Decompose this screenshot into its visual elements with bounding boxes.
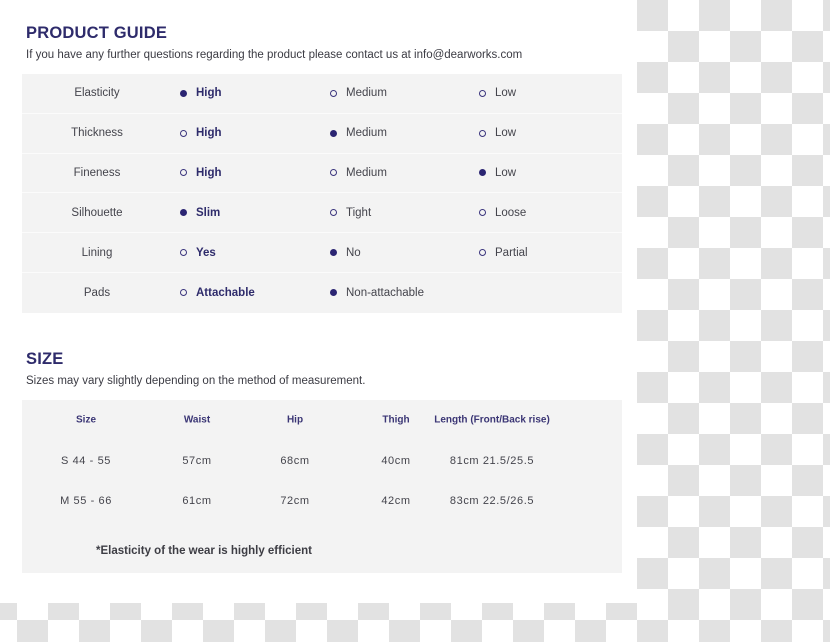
- product-guide-subtitle: If you have any further questions regard…: [26, 49, 523, 61]
- radio-option-label: High: [196, 127, 222, 140]
- table-row: Pads Attachable Non-attachable: [22, 273, 622, 313]
- radio-selected-icon[interactable]: [330, 249, 337, 257]
- radio-option[interactable]: Attachable: [180, 287, 255, 299]
- product-guide-table: Elasticity High Medium Low Thickness High Medi…: [22, 74, 622, 313]
- row-label: Fineness: [73, 166, 121, 179]
- radio-unselected-icon[interactable]: [180, 289, 187, 297]
- column-header: Thigh: [382, 414, 410, 426]
- table-cell: 61cm: [182, 495, 212, 507]
- radio-option[interactable]: Low: [479, 87, 516, 99]
- radio-unselected-icon[interactable]: [330, 89, 337, 97]
- radio-option[interactable]: Low: [479, 127, 516, 139]
- artboard: PRODUCT GUIDE If you have any further qu…: [0, 0, 637, 603]
- radio-option-label: High: [196, 166, 222, 179]
- size-title: SIZE: [26, 350, 64, 368]
- radio-unselected-icon[interactable]: [479, 129, 486, 137]
- screenshot-canvas: PRODUCT GUIDE If you have any further qu…: [0, 0, 830, 642]
- radio-option[interactable]: Non-attachable: [330, 287, 424, 299]
- radio-option-label: Attachable: [196, 286, 255, 299]
- radio-option-label: Tight: [346, 206, 372, 219]
- table-cell: 72cm: [280, 495, 310, 507]
- radio-option-label: Loose: [495, 206, 527, 219]
- radio-option[interactable]: Slim: [180, 207, 220, 219]
- radio-selected-icon[interactable]: [330, 289, 337, 297]
- radio-option[interactable]: High: [180, 167, 222, 179]
- radio-option[interactable]: Partial: [479, 247, 528, 259]
- table-row: Thickness High Medium Low: [22, 114, 622, 154]
- table-cell: S 44 - 55: [60, 455, 112, 467]
- radio-option-label: High: [196, 87, 222, 100]
- radio-option[interactable]: Low: [479, 167, 516, 179]
- radio-option[interactable]: Medium: [330, 87, 387, 99]
- row-label: Pads: [83, 286, 111, 299]
- radio-option-label: Low: [495, 166, 517, 179]
- radio-option-label: Medium: [346, 166, 387, 179]
- column-header: Hip: [286, 414, 304, 426]
- table-cell: M 55 - 66: [60, 495, 112, 507]
- row-label: Thickness: [71, 127, 123, 140]
- radio-option-label: Non-attachable: [346, 286, 424, 299]
- radio-unselected-icon[interactable]: [180, 249, 187, 257]
- radio-option[interactable]: Medium: [330, 167, 387, 179]
- column-header: Length (Front/Back rise): [434, 414, 550, 426]
- size-table: *Elasticity of the wear is highly effici…: [22, 400, 622, 573]
- radio-unselected-icon[interactable]: [180, 129, 187, 137]
- column-header: Size: [75, 414, 97, 426]
- radio-option[interactable]: High: [180, 127, 222, 139]
- radio-selected-icon[interactable]: [479, 169, 486, 177]
- table-cell: 40cm: [381, 455, 411, 467]
- radio-option[interactable]: High: [180, 87, 222, 99]
- radio-option-label: Medium: [346, 127, 387, 140]
- radio-option[interactable]: Yes: [180, 247, 216, 259]
- radio-option-label: No: [346, 246, 361, 259]
- size-note: *Elasticity of the wear is highly effici…: [96, 545, 313, 557]
- radio-option[interactable]: Medium: [330, 127, 387, 139]
- row-label: Elasticity: [74, 87, 120, 100]
- table-row: Lining Yes No Partial: [22, 233, 622, 273]
- table-cell: 81cm 21.5/25.5: [449, 455, 535, 467]
- radio-unselected-icon[interactable]: [479, 209, 486, 217]
- radio-unselected-icon[interactable]: [479, 89, 486, 97]
- radio-option-label: Low: [495, 87, 517, 100]
- table-cell: 68cm: [280, 455, 310, 467]
- product-guide-title: PRODUCT GUIDE: [26, 24, 168, 42]
- radio-selected-icon[interactable]: [180, 209, 187, 217]
- table-row: Silhouette Slim Tight Loose: [22, 193, 622, 234]
- radio-option-label: Slim: [196, 206, 221, 219]
- radio-selected-icon[interactable]: [330, 129, 337, 137]
- radio-unselected-icon[interactable]: [330, 169, 337, 177]
- size-subtitle: Sizes may vary slightly depending on the…: [26, 375, 366, 387]
- table-row: Elasticity High Medium Low: [22, 74, 622, 114]
- radio-option[interactable]: No: [330, 247, 361, 259]
- radio-unselected-icon[interactable]: [479, 249, 486, 257]
- radio-option-label: Low: [495, 127, 517, 140]
- table-cell: 57cm: [182, 455, 212, 467]
- row-label: Lining: [81, 246, 113, 259]
- radio-selected-icon[interactable]: [180, 89, 187, 97]
- table-row: Fineness High Medium Low: [22, 154, 622, 194]
- radio-option-label: Medium: [346, 87, 387, 100]
- radio-option[interactable]: Tight: [330, 207, 371, 219]
- radio-option[interactable]: Loose: [479, 207, 526, 219]
- radio-option-label: Yes: [196, 246, 216, 259]
- radio-option-label: Partial: [495, 246, 528, 259]
- column-header: Waist: [183, 414, 211, 426]
- table-cell: 42cm: [381, 495, 411, 507]
- radio-unselected-icon[interactable]: [180, 169, 187, 177]
- radio-unselected-icon[interactable]: [330, 209, 337, 217]
- table-cell: 83cm 22.5/26.5: [449, 495, 535, 507]
- row-label: Silhouette: [71, 206, 123, 219]
